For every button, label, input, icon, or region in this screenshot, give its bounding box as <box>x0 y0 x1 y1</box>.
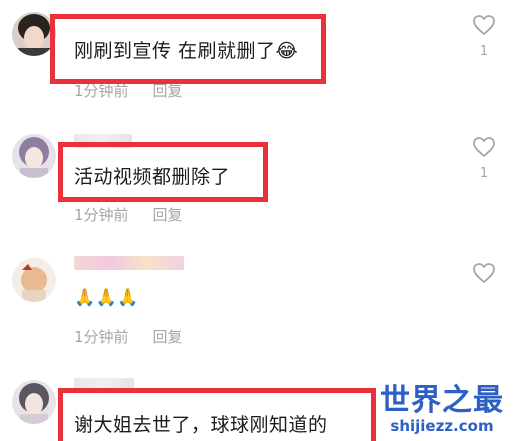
heart-icon <box>473 137 495 158</box>
comment-time: 1分钟前 <box>74 206 129 224</box>
like-button[interactable] <box>472 262 496 284</box>
reply-button[interactable]: 回复 <box>153 328 183 346</box>
like-button[interactable]: 1 <box>472 136 496 181</box>
user-avatar[interactable] <box>12 258 56 302</box>
comment-text: 🙏🙏🙏 <box>74 288 140 308</box>
heart-icon <box>473 263 495 284</box>
heart-icon <box>473 15 495 36</box>
comment-time: 1分钟前 <box>74 328 129 346</box>
reply-button[interactable]: 回复 <box>153 82 183 100</box>
user-avatar[interactable] <box>12 134 56 178</box>
like-count: 1 <box>479 44 489 59</box>
like-button[interactable]: 1 <box>472 14 496 59</box>
comment-time: 1分钟前 <box>74 82 129 100</box>
watermark-logo: 世界之最 shijiezz.com <box>380 383 504 436</box>
watermark-title: 世界之最 <box>380 383 504 418</box>
avatar-image <box>12 258 56 302</box>
comment-meta: 1分钟前 回复 <box>74 326 183 347</box>
avatar-image <box>12 380 56 424</box>
avatar-image <box>12 134 56 178</box>
highlight-box <box>50 14 326 84</box>
highlight-box <box>58 388 376 441</box>
user-avatar[interactable] <box>12 380 56 424</box>
like-count: 1 <box>479 166 489 181</box>
highlight-box <box>58 142 268 202</box>
username-blurred <box>74 256 184 270</box>
comment-meta: 1分钟前 回复 <box>74 204 183 225</box>
watermark-url: shijiezz.com <box>390 417 494 435</box>
reply-button[interactable]: 回复 <box>153 206 183 224</box>
